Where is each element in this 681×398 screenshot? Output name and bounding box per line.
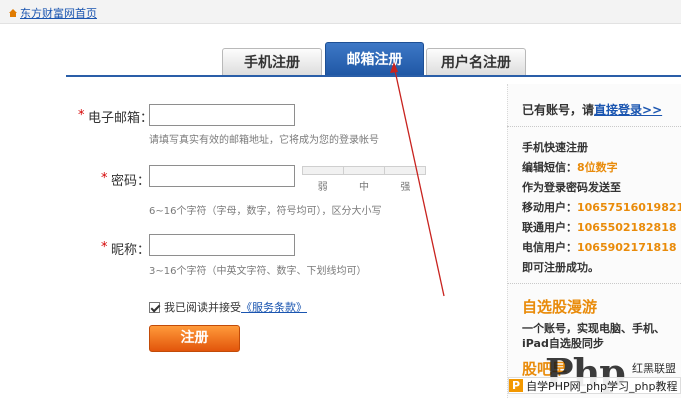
watermark-small-text: 红黑联盟 [632, 362, 676, 375]
watermark-p-icon: P [509, 379, 524, 392]
watermark-bar: P 自学PHP网_php学习_php教程 [508, 377, 681, 394]
watermark-bar-text: 自学PHP网_php学习_php教程 [526, 379, 678, 393]
arrow-line [393, 65, 445, 297]
arrow-head [390, 62, 398, 73]
annotation-arrow [390, 62, 445, 297]
